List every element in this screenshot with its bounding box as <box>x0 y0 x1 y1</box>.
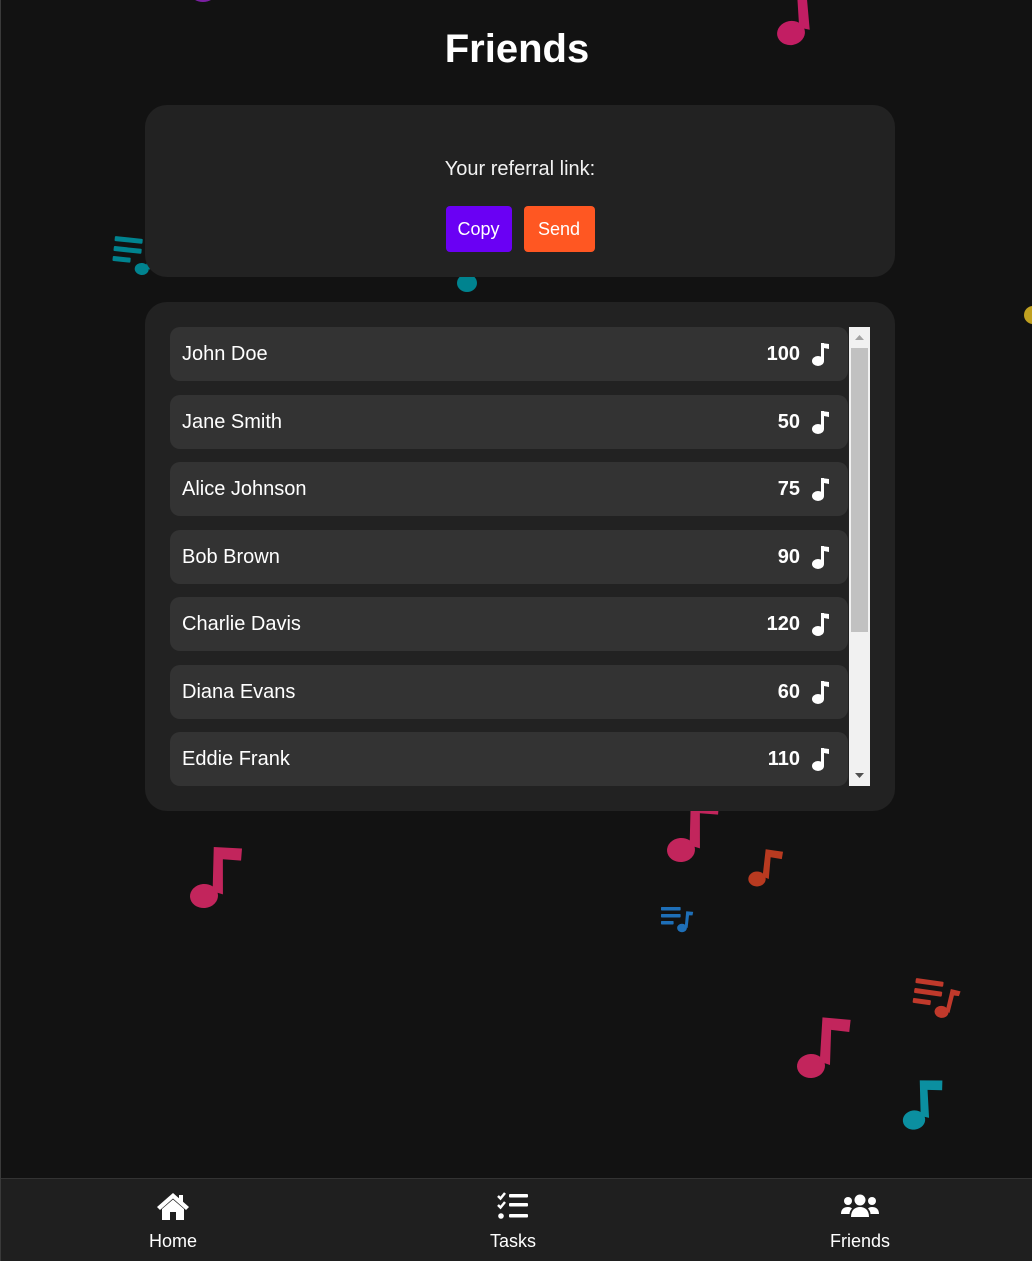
friends-list[interactable]: John Doe 100 Jane Smith 50 Alice Johnson… <box>170 327 870 786</box>
bg-note-8 <box>794 1015 854 1079</box>
music-note-icon <box>812 613 829 636</box>
music-note-icon <box>812 546 829 569</box>
send-button[interactable]: Send <box>523 206 595 252</box>
friends-page: Friends Your referral link: Copy Send Jo… <box>0 0 1032 1261</box>
friend-row: Eddie Frank 110 <box>170 732 848 786</box>
friend-score: 120 <box>766 612 800 635</box>
scroll-thumb[interactable] <box>851 348 868 632</box>
friend-score: 50 <box>777 410 800 433</box>
referral-card: Your referral link: Copy Send <box>145 105 895 277</box>
bg-note-6 <box>185 844 247 910</box>
tasks-list-icon <box>453 1191 573 1221</box>
friend-score: 75 <box>777 477 800 500</box>
friend-score: 110 <box>767 747 800 770</box>
music-note-icon <box>812 478 829 501</box>
friend-name: Diana Evans <box>182 680 296 703</box>
music-note-icon <box>812 748 829 771</box>
home-icon <box>113 1191 233 1221</box>
scroll-down-arrow[interactable] <box>849 767 870 784</box>
friend-row: Jane Smith 50 <box>170 395 848 449</box>
friend-row: Alice Johnson 75 <box>170 462 848 516</box>
bg-note-4 <box>1024 306 1032 324</box>
chevron-down-icon <box>855 773 864 778</box>
bg-note-9 <box>897 1077 949 1132</box>
nav-friends-label: Friends <box>829 1231 891 1251</box>
music-note-icon <box>812 343 829 366</box>
friend-score: 90 <box>777 545 800 568</box>
bg-playlist-3 <box>910 978 962 1021</box>
referral-label: Your referral link: <box>444 158 596 180</box>
friend-score: 60 <box>777 680 800 703</box>
friend-name: Eddie Frank <box>182 747 290 770</box>
nav-home-label: Home <box>148 1231 197 1251</box>
referral-actions: Copy Send <box>145 206 895 252</box>
friend-row: John Doe 100 <box>170 327 848 381</box>
friend-row: Charlie Davis 120 <box>170 597 848 651</box>
bg-note-7 <box>748 849 784 887</box>
music-note-icon <box>812 681 829 704</box>
nav-tasks[interactable]: Tasks <box>453 1179 573 1261</box>
friends-card: John Doe 100 Jane Smith 50 Alice Johnson… <box>145 302 895 811</box>
bg-note-2 <box>195 0 211 2</box>
nav-home[interactable]: Home <box>113 1179 233 1261</box>
list-scrollbar[interactable] <box>849 327 870 786</box>
friend-name: Charlie Davis <box>182 612 301 635</box>
friend-name: Jane Smith <box>182 410 283 433</box>
nav-tasks-label: Tasks <box>489 1231 536 1251</box>
bottom-nav: Home Tasks Friends <box>1 1178 1032 1261</box>
page-title: Friends <box>444 27 590 71</box>
bg-playlist-2 <box>661 907 694 933</box>
friend-score: 100 <box>766 342 800 365</box>
friend-name: Alice Johnson <box>182 477 307 500</box>
copy-button[interactable]: Copy <box>445 206 512 252</box>
friend-row: Bob Brown 90 <box>170 530 848 584</box>
friend-name: John Doe <box>182 342 268 365</box>
friend-row: Diana Evans 60 <box>170 665 848 719</box>
nav-friends[interactable]: Friends <box>800 1179 920 1261</box>
music-note-icon <box>812 411 829 434</box>
friend-name: Bob Brown <box>182 545 280 568</box>
scroll-up-arrow[interactable] <box>849 329 870 346</box>
chevron-up-icon <box>855 335 864 340</box>
users-icon <box>800 1191 920 1221</box>
